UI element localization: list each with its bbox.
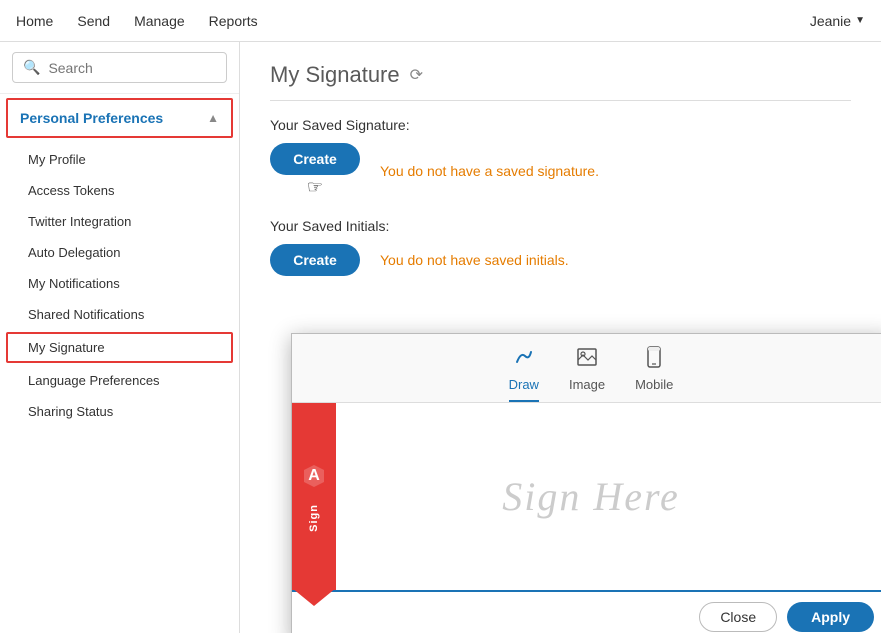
user-caret-icon: ▼ xyxy=(855,15,865,26)
top-nav: Home Send Manage Reports Jeanie ▼ xyxy=(0,0,881,42)
content-area: My Signature ⟳ Your Saved Signature: Cre… xyxy=(240,42,881,633)
signature-row: Create ☞ You do not have a saved signatu… xyxy=(270,143,851,198)
main-layout: 🔍 Personal Preferences ▲ My Profile Acce… xyxy=(0,42,881,633)
sidebar-item-sharing-status[interactable]: Sharing Status xyxy=(0,396,239,427)
chevron-up-icon: ▲ xyxy=(207,111,219,125)
sidebar: 🔍 Personal Preferences ▲ My Profile Acce… xyxy=(0,42,240,633)
red-arrow-icon xyxy=(292,588,336,606)
sign-here-text: Sign Here xyxy=(502,473,680,520)
user-menu[interactable]: Jeanie ▼ xyxy=(810,13,865,29)
section-label: Personal Preferences xyxy=(20,110,163,126)
no-signature-text: You do not have a saved signature. xyxy=(380,163,599,179)
sidebar-item-language-preferences[interactable]: Language Preferences xyxy=(0,365,239,396)
mobile-icon xyxy=(643,346,665,373)
nav-send[interactable]: Send xyxy=(77,9,110,33)
close-button[interactable]: Close xyxy=(699,602,777,632)
dialog-footer: Close Apply xyxy=(292,592,881,633)
image-icon xyxy=(576,346,598,373)
search-box[interactable]: 🔍 xyxy=(12,52,227,83)
saved-signature-label: Your Saved Signature: xyxy=(270,117,851,133)
nav-links: Home Send Manage Reports xyxy=(16,9,810,33)
red-sign-tab: A Sign xyxy=(292,403,336,590)
sidebar-item-twitter[interactable]: Twitter Integration xyxy=(0,206,239,237)
apply-button[interactable]: Apply xyxy=(787,602,874,632)
sidebar-item-my-signature[interactable]: My Signature xyxy=(6,332,233,363)
sidebar-item-my-profile[interactable]: My Profile xyxy=(0,144,239,175)
tab-draw[interactable]: Draw xyxy=(509,346,539,402)
initials-row: Create You do not have saved initials. xyxy=(270,244,851,276)
sidebar-item-access-tokens[interactable]: Access Tokens xyxy=(0,175,239,206)
sidebar-item-my-notifications[interactable]: My Notifications xyxy=(0,268,239,299)
search-input[interactable] xyxy=(48,60,216,76)
sign-tab-label: Sign xyxy=(308,504,320,532)
user-name: Jeanie xyxy=(810,13,851,29)
svg-text:A: A xyxy=(308,467,320,484)
draw-icon xyxy=(513,346,535,373)
search-icon: 🔍 xyxy=(23,59,40,76)
tab-mobile[interactable]: Mobile xyxy=(635,346,673,402)
dialog-body: A Sign Sign Here xyxy=(292,403,881,592)
page-title: My Signature xyxy=(270,62,400,88)
dialog-tabs: Draw Image xyxy=(292,334,881,403)
nav-manage[interactable]: Manage xyxy=(134,9,185,33)
tab-image-label: Image xyxy=(569,377,605,392)
cursor-hand-icon: ☞ xyxy=(307,177,323,198)
page-title-row: My Signature ⟳ xyxy=(270,62,851,101)
tab-image[interactable]: Image xyxy=(569,346,605,402)
signature-dialog: Draw Image xyxy=(291,333,881,633)
sidebar-search-area: 🔍 xyxy=(0,42,239,94)
create-initials-button[interactable]: Create xyxy=(270,244,360,276)
personal-preferences-section[interactable]: Personal Preferences ▲ xyxy=(6,98,233,138)
no-initials-text: You do not have saved initials. xyxy=(380,252,569,268)
nav-reports[interactable]: Reports xyxy=(209,9,258,33)
refresh-icon[interactable]: ⟳ xyxy=(410,65,423,85)
tab-mobile-label: Mobile xyxy=(635,377,673,392)
tab-draw-label: Draw xyxy=(509,377,539,392)
sidebar-item-auto-delegation[interactable]: Auto Delegation xyxy=(0,237,239,268)
acrobat-icon: A xyxy=(301,462,327,496)
saved-initials-label: Your Saved Initials: xyxy=(270,218,851,234)
create-signature-button[interactable]: Create xyxy=(270,143,360,175)
nav-home[interactable]: Home xyxy=(16,9,53,33)
sidebar-items: My Profile Access Tokens Twitter Integra… xyxy=(0,142,239,429)
sidebar-item-shared-notifications[interactable]: Shared Notifications xyxy=(0,299,239,330)
